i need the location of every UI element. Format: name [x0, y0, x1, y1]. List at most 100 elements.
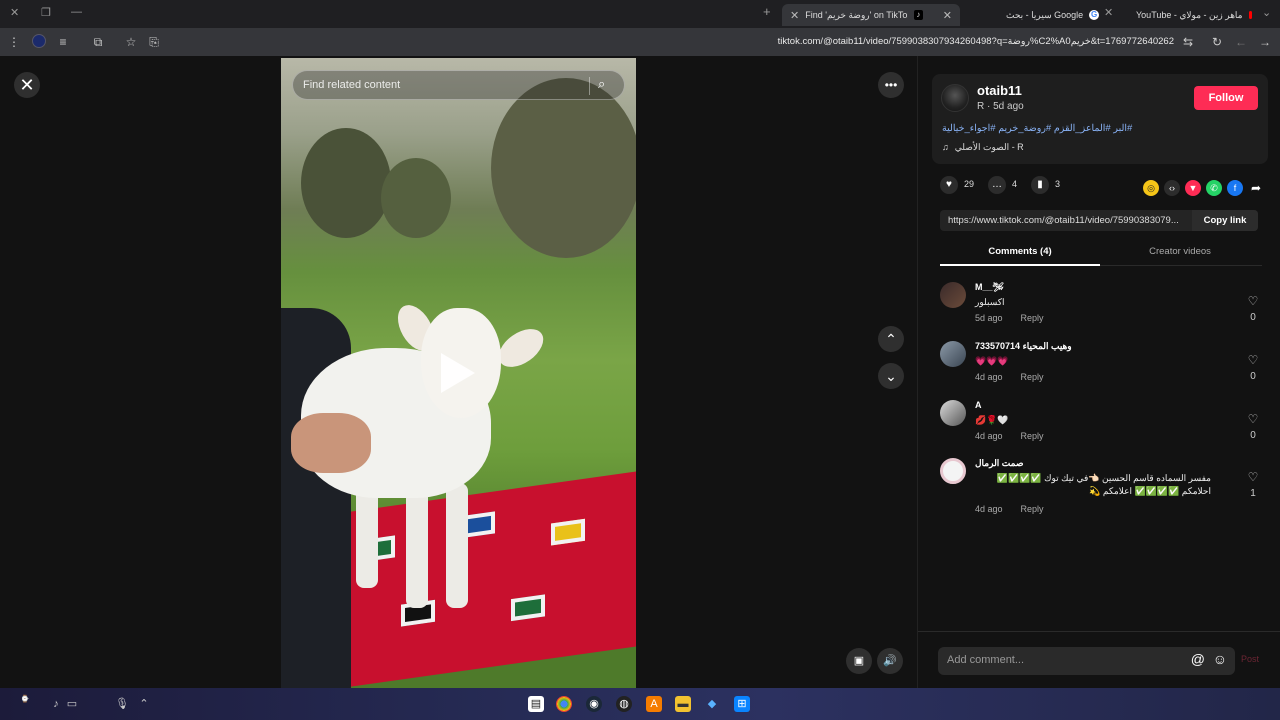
- profile-avatar[interactable]: [31, 34, 47, 50]
- reply-button[interactable]: Reply: [1021, 313, 1044, 323]
- next-video-button[interactable]: ⌄: [878, 363, 904, 389]
- save-stat[interactable]: ▮ 3: [1031, 176, 1060, 194]
- document-icon[interactable]: ▤: [528, 696, 544, 712]
- comment-stat[interactable]: … 4: [988, 176, 1017, 194]
- comment-author[interactable]: وهيب المحياء 733570714: [975, 341, 1072, 352]
- tree: [491, 78, 636, 258]
- close-window-icon[interactable]: ✕: [10, 6, 19, 19]
- monitor-icon[interactable]: ▭: [64, 696, 80, 712]
- heart-outline-icon[interactable]: ♡: [1246, 353, 1260, 367]
- windows-start-icon[interactable]: ⊞: [734, 696, 750, 712]
- floating-player-button[interactable]: ▣: [846, 648, 872, 674]
- play-icon[interactable]: [441, 353, 475, 393]
- bookmark-star-icon[interactable]: ☆: [123, 34, 139, 50]
- like-stat[interactable]: ♥ 29: [940, 176, 974, 194]
- author-subline: R · 5d ago: [977, 101, 1024, 112]
- embed-icon[interactable]: ‹›: [1164, 180, 1180, 196]
- tab-comments[interactable]: Comments (4): [940, 246, 1100, 257]
- heart-outline-icon[interactable]: ♡: [1246, 412, 1260, 426]
- coin-icon[interactable]: ◎: [1143, 180, 1159, 196]
- avatar[interactable]: [940, 458, 966, 484]
- avatar[interactable]: [940, 341, 966, 367]
- clock-icon[interactable]: ⌚: [12, 696, 38, 712]
- mic-icon[interactable]: 🎙: [114, 696, 130, 712]
- share-link[interactable]: https://www.tiktok.com/@otaib11/video/75…: [948, 215, 1188, 226]
- heart-outline-icon[interactable]: ♡: [1246, 294, 1260, 308]
- tree: [301, 128, 391, 238]
- app-diamond-icon[interactable]: ◆: [704, 696, 720, 712]
- comment-item: صمت الرمال مفسر السماده قاسم الحسين 👈🏻في…: [940, 458, 1260, 522]
- tab-google[interactable]: سيريا - بحث Google G: [1006, 4, 1106, 26]
- reply-button[interactable]: Reply: [1021, 504, 1044, 514]
- tab-youtube[interactable]: YouTube - ماهر زين - مولاي: [1136, 4, 1252, 26]
- close-icon[interactable]: ✕: [943, 9, 952, 22]
- follow-button[interactable]: Follow: [1194, 86, 1258, 110]
- app-a-icon[interactable]: A: [646, 696, 662, 712]
- engagement-stats: ♥ 29 … 4 ▮ 3: [940, 176, 1060, 194]
- comment-author[interactable]: صمت الرمال: [975, 458, 1024, 469]
- search-icon[interactable]: ⌕: [598, 76, 614, 92]
- music-row[interactable]: ♫ الصوت الأصلي - R: [942, 142, 1024, 153]
- search-input[interactable]: Find related content: [303, 79, 400, 91]
- address-bar[interactable]: tiktok.com/@otaib11/video/75990383079342…: [778, 36, 1174, 47]
- previous-video-button[interactable]: ⌃: [878, 326, 904, 352]
- comment-author[interactable]: M__🛩: [975, 282, 1004, 293]
- minimize-window-icon[interactable]: —: [71, 6, 82, 18]
- comment-time: 4d ago: [975, 372, 1003, 382]
- tab-tiktok[interactable]: ✕ Find 'روضة خريم' on TikTok | Ti ♪ ✕: [782, 4, 960, 26]
- media-control-icon[interactable]: ≡: [55, 34, 71, 50]
- comment-item: A 💋🌹🤍 4d ago Reply ♡ 0: [940, 400, 1260, 450]
- chevron-up-icon[interactable]: ⌃: [136, 696, 152, 712]
- reply-button[interactable]: Reply: [1021, 431, 1044, 441]
- comment-author[interactable]: A: [975, 400, 982, 410]
- reload-icon[interactable]: ↻: [1209, 34, 1225, 50]
- tab-list-chevron-icon[interactable]: ⌄: [1262, 6, 1271, 19]
- close-icon[interactable]: ✕: [1104, 6, 1113, 19]
- mention-icon[interactable]: @: [1191, 651, 1205, 667]
- whatsapp-icon[interactable]: ✆: [1206, 180, 1222, 196]
- avatar[interactable]: [940, 400, 966, 426]
- more-options-button[interactable]: •••: [878, 72, 904, 98]
- emoji-icon[interactable]: ☺: [1213, 651, 1227, 667]
- facebook-icon[interactable]: f: [1227, 180, 1243, 196]
- comment-text: 💋🌹🤍: [975, 415, 1009, 425]
- steam-icon[interactable]: ◉: [586, 696, 602, 712]
- close-video-button[interactable]: ✕: [14, 72, 40, 98]
- divider: [589, 77, 590, 95]
- site-settings-icon[interactable]: ⇆: [1180, 34, 1196, 50]
- share-arrow-icon[interactable]: ➦: [1248, 180, 1264, 196]
- video-player[interactable]: Find related content ⌕: [281, 58, 636, 688]
- comment-meta: 5d ago Reply: [975, 313, 1044, 323]
- copy-link-button[interactable]: Copy link: [1192, 210, 1258, 231]
- restore-window-icon[interactable]: ❐: [41, 6, 51, 19]
- app-circle-icon[interactable]: ◍: [616, 696, 632, 712]
- heart-outline-icon[interactable]: ♡: [1246, 470, 1260, 484]
- tab-creator-videos[interactable]: Creator videos: [1100, 246, 1260, 257]
- hashtags[interactable]: #البر #الماعز_القزم #روضة_خريم #اجواء_خي…: [942, 123, 1132, 134]
- new-tab-button[interactable]: +: [763, 4, 771, 19]
- extensions-icon[interactable]: ⧉: [90, 34, 106, 50]
- share-row: ◎ ‹› ▼ ✆ f ➦: [1143, 180, 1264, 196]
- comment-icon: …: [988, 176, 1007, 194]
- author-username[interactable]: otaib11: [977, 83, 1022, 98]
- comment-text: اكسبلور: [975, 297, 1005, 307]
- comment-meta: 4d ago Reply: [975, 504, 1044, 514]
- screenshot-icon[interactable]: ⎘: [146, 34, 162, 50]
- chrome-icon[interactable]: [556, 696, 572, 712]
- panel-tabs: Comments (4) Creator videos: [940, 242, 1262, 266]
- avatar[interactable]: [941, 84, 969, 112]
- forward-arrow-icon[interactable]: ←: [1233, 34, 1249, 50]
- folder-icon[interactable]: ▬: [675, 696, 691, 712]
- back-arrow-icon[interactable]: →: [1257, 34, 1273, 50]
- avatar[interactable]: [940, 282, 966, 308]
- speaker-icon[interactable]: ♪: [48, 696, 64, 712]
- menu-icon[interactable]: ⋮: [6, 34, 22, 50]
- related-content-search[interactable]: Find related content ⌕: [292, 70, 625, 100]
- reply-button[interactable]: Reply: [1021, 372, 1044, 382]
- volume-button[interactable]: 🔊: [877, 648, 903, 674]
- send-icon[interactable]: ▼: [1185, 180, 1201, 196]
- comment-like-count: 0: [1250, 312, 1256, 323]
- post-button[interactable]: Post: [1241, 654, 1259, 664]
- comment-input[interactable]: Add comment... @ ☺: [938, 647, 1235, 675]
- close-icon[interactable]: ✕: [790, 9, 799, 22]
